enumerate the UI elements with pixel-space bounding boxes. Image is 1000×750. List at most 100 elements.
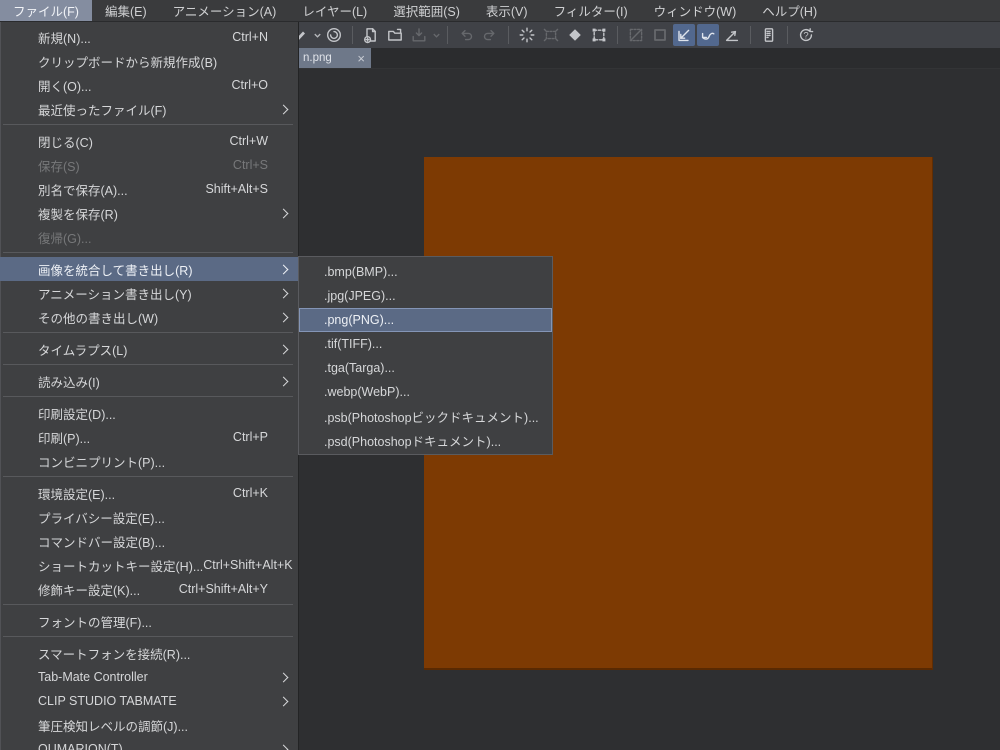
menubar-item[interactable]: レイヤー(L) — [289, 0, 380, 21]
export-format-item[interactable]: .png(PNG)... — [299, 308, 552, 332]
menubar-item[interactable]: アニメーション(A) — [160, 0, 290, 21]
file-menu-item[interactable]: 修飾キー設定(K)...Ctrl+Shift+Alt+Y — [0, 577, 298, 601]
file-menu-item[interactable]: コマンドバー設定(B)... — [0, 529, 298, 553]
submenu-arrow-icon — [278, 672, 288, 682]
file-menu-item[interactable]: QUMARION(T) — [0, 737, 298, 750]
frame-border-icon — [649, 24, 671, 46]
file-menu-item[interactable]: 印刷(P)...Ctrl+P — [0, 425, 298, 449]
toolbar-separator — [750, 26, 751, 44]
export-format-label: .psd(Photoshopドキュメント)... — [324, 431, 501, 450]
menu-item-label: QUMARION(T) — [38, 742, 123, 750]
menu-item-shortcut: Ctrl+N — [232, 30, 268, 44]
submenu-arrow-icon — [278, 376, 288, 386]
menu-item-label: 新規(N)... — [38, 28, 91, 47]
help-icon[interactable]: ? — [795, 24, 817, 46]
export-format-label: .png(PNG)... — [324, 313, 394, 327]
export-format-item[interactable]: .jpg(JPEG)... — [299, 284, 552, 308]
file-menu-item[interactable]: ショートカットキー設定(H)...Ctrl+Shift+Alt+K — [0, 553, 298, 577]
snap-ruler-icon[interactable] — [673, 24, 695, 46]
submenu-arrow-icon — [278, 104, 288, 114]
menu-item-label: ショートカットキー設定(H)... — [38, 556, 203, 575]
file-menu-item[interactable]: 複製を保存(R) — [0, 201, 298, 225]
new-file-icon[interactable] — [360, 24, 382, 46]
export-format-item[interactable]: .bmp(BMP)... — [299, 260, 552, 284]
menubar-item[interactable]: フィルター(I) — [541, 0, 641, 21]
undo-icon — [455, 24, 477, 46]
submenu-arrow-icon — [278, 696, 288, 706]
export-format-label: .jpg(JPEG)... — [324, 289, 396, 303]
file-menu-item[interactable]: プライバシー設定(E)... — [0, 505, 298, 529]
file-menu-item[interactable]: Tab-Mate Controller — [0, 665, 298, 689]
file-menu-item[interactable]: コンビニプリント(P)... — [0, 449, 298, 473]
export-format-label: .tif(TIFF)... — [324, 337, 382, 351]
submenu-arrow-icon — [278, 312, 288, 322]
menubar-item[interactable]: ウィンドウ(W) — [641, 0, 750, 21]
menu-separator — [0, 329, 298, 337]
menu-item-label: 開く(O)... — [38, 76, 91, 95]
fill-icon[interactable] — [564, 24, 586, 46]
menu-separator — [0, 121, 298, 129]
tab-close-icon[interactable]: × — [355, 52, 367, 65]
export-format-label: .bmp(BMP)... — [324, 265, 398, 279]
menu-item-shortcut: Ctrl+Shift+Alt+K — [203, 558, 292, 572]
menubar-item[interactable]: ヘルプ(H) — [749, 0, 830, 21]
menu-item-label: 閉じる(C) — [38, 132, 93, 151]
menu-item-shortcut: Ctrl+W — [229, 134, 268, 148]
file-menu-item[interactable]: 印刷設定(D)... — [0, 401, 298, 425]
file-menu-item[interactable]: 開く(O)...Ctrl+O — [0, 73, 298, 97]
transform-icon[interactable] — [588, 24, 610, 46]
menu-item-label: 別名で保存(A)... — [38, 180, 128, 199]
clip-studio-logo-icon[interactable] — [323, 24, 345, 46]
save-icon — [408, 24, 430, 46]
export-format-label: .psb(Photoshopビックドキュメント)... — [324, 407, 539, 426]
file-menu-item[interactable]: 環境設定(E)...Ctrl+K — [0, 481, 298, 505]
clip-studio-paint-window: ファイル(F)編集(E)アニメーション(A)レイヤー(L)選択範囲(S)表示(V… — [0, 0, 1000, 750]
menu-item-label: 読み込み(I) — [38, 372, 100, 391]
menu-item-label: 修飾キー設定(K)... — [38, 580, 140, 599]
menu-item-label: フォントの管理(F)... — [38, 612, 152, 631]
file-menu-item[interactable]: 閉じる(C) Ctrl+W — [0, 129, 298, 153]
file-menu-item[interactable]: 筆圧検知レベルの調節(J)... — [0, 713, 298, 737]
file-menu-item[interactable]: 最近使ったファイル(F) — [0, 97, 298, 121]
export-format-item[interactable]: .tif(TIFF)... — [299, 332, 552, 356]
tablet-device-icon[interactable] — [758, 24, 780, 46]
snap-grid-icon[interactable] — [721, 24, 743, 46]
file-menu-item[interactable]: その他の書き出し(W) — [0, 305, 298, 329]
clear-icon[interactable] — [516, 24, 538, 46]
menu-item-label: 印刷(P)... — [38, 428, 90, 447]
chevron-down-icon[interactable] — [312, 24, 322, 46]
file-menu-item[interactable]: フォントの管理(F)... — [0, 609, 298, 633]
menu-item-label: タイムラプス(L) — [38, 340, 127, 359]
file-menu-item[interactable]: CLIP STUDIO TABMATE — [0, 689, 298, 713]
menu-item-shortcut: Ctrl+S — [233, 158, 268, 172]
file-menu-item[interactable]: アニメーション書き出し(Y) — [0, 281, 298, 305]
menu-item-label: 画像を統合して書き出し(R) — [38, 260, 192, 279]
file-menu-item[interactable]: タイムラプス(L) — [0, 337, 298, 361]
menubar-item[interactable]: ファイル(F) — [0, 0, 92, 21]
menu-item-label: スマートフォンを接続(R)... — [38, 644, 190, 663]
document-tab[interactable]: n.png × — [299, 48, 371, 68]
menubar-item[interactable]: 選択範囲(S) — [380, 0, 473, 21]
menubar-item[interactable]: 表示(V) — [473, 0, 541, 21]
file-menu-item[interactable]: クリップボードから新規作成(B) — [0, 49, 298, 73]
snap-special-ruler-icon[interactable] — [697, 24, 719, 46]
export-format-item[interactable]: .psb(Photoshopビックドキュメント)... — [299, 404, 552, 428]
menubar-item[interactable]: 編集(E) — [92, 0, 160, 21]
open-file-icon[interactable] — [384, 24, 406, 46]
file-menu-item[interactable]: スマートフォンを接続(R)... — [0, 641, 298, 665]
file-menu-item[interactable]: 読み込み(I) — [0, 369, 298, 393]
export-flattened-submenu: .bmp(BMP)... .jpg(JPEG)... .png(PNG)... .ti… — [298, 256, 553, 455]
menu-separator — [0, 473, 298, 481]
file-menu-item[interactable]: 新規(N)... Ctrl+N — [0, 25, 298, 49]
export-format-item[interactable]: .psd(Photoshopドキュメント)... — [299, 428, 552, 452]
menu-item-label: その他の書き出し(W) — [38, 308, 158, 327]
menu-item-shortcut: Ctrl+K — [233, 486, 268, 500]
menu-separator — [0, 601, 298, 609]
submenu-arrow-icon — [278, 264, 288, 274]
menu-item-label: コマンドバー設定(B)... — [38, 532, 165, 551]
export-format-item[interactable]: .webp(WebP)... — [299, 380, 552, 404]
file-menu-item[interactable]: 別名で保存(A)...Shift+Alt+S — [0, 177, 298, 201]
file-menu-item[interactable]: 画像を統合して書き出し(R) — [0, 257, 298, 281]
menu-separator — [0, 633, 298, 641]
export-format-item[interactable]: .tga(Targa)... — [299, 356, 552, 380]
